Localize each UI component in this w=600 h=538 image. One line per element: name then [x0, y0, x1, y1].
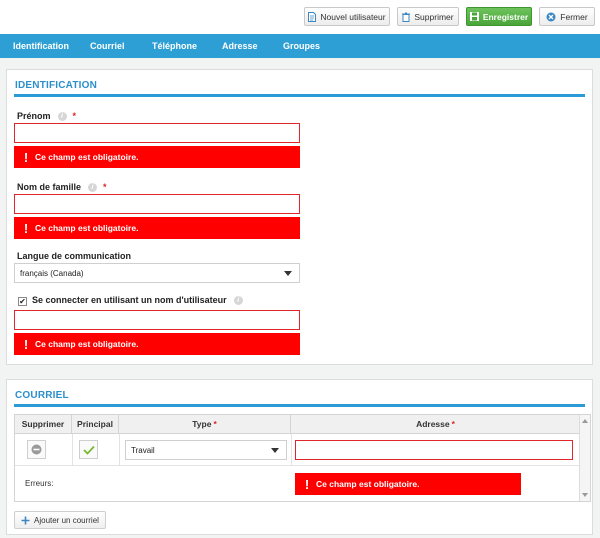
save-icon: [469, 12, 479, 21]
first-name-label: Prénom: [17, 111, 51, 121]
first-name-input[interactable]: [14, 123, 300, 143]
save-label: Enregistrer: [482, 11, 529, 22]
col-type-label: Type: [192, 419, 212, 429]
col-address: Adresse *: [291, 415, 580, 434]
close-icon: [546, 12, 556, 22]
username-error: ! Ce champ est obligatoire.: [14, 333, 300, 355]
last-name-error: ! Ce champ est obligatoire.: [14, 217, 300, 239]
language-selected: français (Canada): [20, 268, 84, 278]
last-name-label-row: Nom de famille i *: [17, 182, 107, 192]
nav-groupes[interactable]: Groupes: [283, 34, 320, 58]
info-icon[interactable]: i: [88, 182, 98, 192]
info-icon[interactable]: i: [233, 295, 243, 305]
email-address-error: ! Ce champ est obligatoire.: [295, 473, 521, 495]
scroll-down-icon[interactable]: [582, 493, 588, 497]
col-delete: Supprimer: [15, 415, 72, 434]
section-divider: [14, 94, 585, 97]
chevron-down-icon: [271, 448, 279, 453]
error-icon: !: [23, 336, 29, 352]
chevron-down-icon: [284, 271, 292, 276]
email-title: COURRIEL: [15, 390, 69, 401]
first-name-error-text: Ce champ est obligatoire.: [35, 152, 139, 162]
info-icon[interactable]: i: [57, 111, 67, 121]
language-select[interactable]: français (Canada): [14, 263, 300, 283]
errors-label: Erreurs:: [25, 479, 54, 488]
required-asterisk: *: [72, 111, 77, 121]
scroll-up-icon[interactable]: [582, 419, 588, 423]
error-icon: !: [23, 149, 29, 165]
column-divider: [72, 434, 73, 465]
trash-icon: [402, 12, 411, 22]
add-email-label: Ajouter un courriel: [34, 515, 99, 525]
col-type: Type *: [119, 415, 291, 434]
new-user-button[interactable]: Nouvel utilisateur: [304, 7, 390, 26]
email-address-error-text: Ce champ est obligatoire.: [316, 479, 420, 489]
section-nav: Identification Courriel Téléphone Adress…: [0, 34, 600, 58]
col-principal: Principal: [72, 415, 119, 434]
principal-toggle[interactable]: [79, 440, 98, 459]
col-address-label: Adresse: [416, 419, 450, 429]
column-divider: [119, 434, 120, 465]
required-asterisk: *: [451, 419, 455, 429]
nav-identification[interactable]: Identification: [13, 34, 69, 58]
section-divider: [14, 404, 585, 407]
add-email-button[interactable]: Ajouter un courriel: [14, 511, 106, 529]
new-user-label: Nouvel utilisateur: [320, 11, 386, 22]
first-name-error: ! Ce champ est obligatoire.: [14, 146, 300, 168]
new-document-icon: [308, 11, 317, 22]
column-divider: [291, 434, 292, 465]
nav-telephone[interactable]: Téléphone: [152, 34, 197, 58]
identification-panel: IDENTIFICATION Prénom i * ! Ce champ est…: [6, 69, 593, 365]
username-label-row: Se connecter en utilisant un nom d'utili…: [32, 295, 243, 305]
row-separator: [15, 465, 580, 466]
email-panel: COURRIEL Supprimer Principal Type * Adres…: [6, 379, 593, 535]
email-type-select[interactable]: Travail: [125, 440, 287, 460]
identification-title: IDENTIFICATION: [15, 80, 98, 91]
username-label: Se connecter en utilisant un nom d'utili…: [32, 295, 227, 305]
required-asterisk: *: [213, 419, 217, 429]
plus-icon: [21, 516, 30, 524]
language-label: Langue de communication: [17, 251, 131, 261]
required-asterisk: *: [103, 182, 107, 192]
grid-scrollbar[interactable]: [579, 415, 590, 501]
username-checkbox[interactable]: ✔: [18, 297, 27, 306]
first-name-label-row: Prénom i *: [17, 111, 76, 121]
nav-courriel[interactable]: Courriel: [90, 34, 125, 58]
last-name-input[interactable]: [14, 194, 300, 214]
delete-button[interactable]: Supprimer: [397, 7, 459, 26]
top-toolbar: Nouvel utilisateur Supprimer Enregistrer…: [0, 0, 600, 34]
close-button[interactable]: Fermer: [539, 7, 595, 26]
email-address-input[interactable]: [295, 440, 573, 460]
remove-row-button[interactable]: [27, 440, 46, 459]
check-icon: [82, 445, 95, 455]
email-grid: Supprimer Principal Type * Adresse * Trava…: [14, 414, 591, 502]
email-grid-header: Supprimer Principal Type * Adresse *: [15, 415, 580, 434]
language-label-text: Langue de communication: [17, 251, 132, 261]
error-icon: !: [23, 220, 29, 236]
close-label: Fermer: [560, 11, 588, 22]
username-input[interactable]: [14, 310, 300, 330]
delete-label: Supprimer: [414, 11, 454, 22]
last-name-error-text: Ce champ est obligatoire.: [35, 223, 139, 233]
save-button[interactable]: Enregistrer: [466, 7, 532, 26]
remove-icon: [31, 444, 42, 455]
last-name-label: Nom de famille: [17, 182, 82, 192]
error-icon: !: [304, 476, 310, 492]
username-error-text: Ce champ est obligatoire.: [35, 339, 139, 349]
email-type-selected: Travail: [131, 445, 155, 455]
nav-adresse[interactable]: Adresse: [222, 34, 258, 58]
